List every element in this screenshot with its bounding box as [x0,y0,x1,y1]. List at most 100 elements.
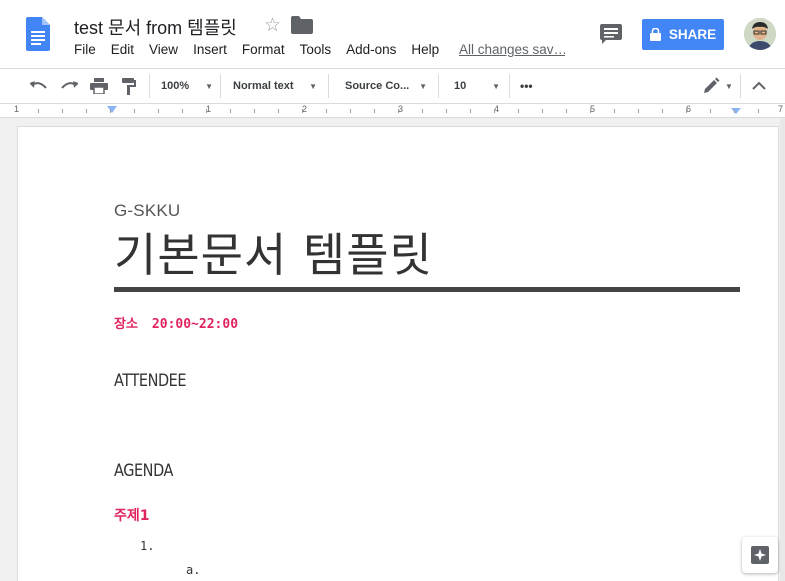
ruler-tick [86,109,87,113]
menu-help[interactable]: Help [411,42,439,57]
document-canvas[interactable]: G-SKKU 기본문서 템플릿 장소 20:00~22:00 ATTENDEE A… [0,119,785,581]
ruler-tick [182,109,183,113]
toolbar-divider [509,74,510,98]
chevron-down-icon: ▼ [205,81,213,91]
right-indent-marker[interactable] [731,108,741,114]
chevron-up-icon [752,81,766,90]
paragraph-style-select[interactable]: Normal text ▼ [233,69,317,103]
ruler-tick [470,109,471,113]
place-label: 장소 [114,317,138,332]
avatar[interactable] [744,18,776,50]
print-button[interactable] [90,69,108,103]
toolbar-divider [438,74,439,98]
place-time: 20:00~22:00 [151,317,239,332]
title-divider [114,287,740,292]
menu-insert[interactable]: Insert [193,42,227,57]
ruler-tick [518,109,519,113]
scrollbar-track[interactable] [780,119,785,581]
font-value: Source Co... [345,80,410,92]
style-value: Normal text [233,80,294,92]
formatting-toolbar: 100% ▼ Normal text ▼ Source Co... ▼ 10 ▼… [0,68,785,104]
ruler-tick [542,109,543,113]
menu-view[interactable]: View [149,42,178,57]
menu-format[interactable]: Format [242,42,285,57]
ruler-tick [206,109,207,113]
ruler-tick [614,109,615,113]
zoom-value: 100% [161,80,190,92]
comment-icon[interactable] [600,24,622,44]
explore-button[interactable] [742,537,778,573]
list-item-letter[interactable]: a. [186,563,200,577]
ruler-tick [566,109,567,113]
ruler-tick [254,109,255,113]
redo-icon [61,81,78,89]
ruler-tick [446,109,447,113]
ruler-tick [38,109,39,113]
ruler-tick [230,109,231,113]
chevron-down-icon: ▼ [492,81,500,91]
place-line[interactable]: 장소 20:00~22:00 [114,313,238,332]
font-size-select[interactable]: 10 ▼ [454,69,500,103]
folder-icon[interactable] [291,16,313,34]
ruler-tick [638,109,639,113]
paint-format-button[interactable] [122,69,136,103]
document-page[interactable]: G-SKKU 기본문서 템플릿 장소 20:00~22:00 ATTENDEE A… [17,126,779,581]
google-docs-window: test 문서 from 템플릿 ☆ File Edit View Insert… [0,0,785,581]
toolbar-divider [328,74,329,98]
ruler-tick [662,109,663,113]
save-status[interactable]: All changes sav… [459,42,565,57]
more-button[interactable]: ••• [520,69,533,103]
lock-icon [649,28,661,41]
horizontal-ruler[interactable]: 1 1 2 3 4 5 6 7 [0,104,785,118]
topic-heading[interactable]: 주제1 [114,505,150,525]
docs-logo-icon[interactable] [26,17,50,51]
ruler-tick [134,109,135,113]
ruler-number: 7 [778,104,784,114]
ruler-tick [422,109,423,113]
ruler-tick [62,109,63,113]
toolbar-divider [149,74,150,98]
share-button[interactable]: SHARE [642,19,724,50]
ruler-tick [590,109,591,113]
undo-icon [30,81,47,89]
ruler-tick [734,109,735,113]
toolbar-divider [220,74,221,98]
paint-format-icon [122,78,136,95]
redo-button[interactable] [60,69,78,103]
ruler-tick [326,109,327,113]
menu-file[interactable]: File [74,42,96,57]
print-icon [90,78,108,94]
font-size-value: 10 [454,80,467,92]
ruler-tick [710,109,711,113]
doc-subtitle[interactable]: G-SKKU [114,201,180,221]
ruler-tick [350,109,351,113]
doc-heading-title[interactable]: 기본문서 템플릿 [114,219,433,285]
ruler-tick [398,109,399,113]
ruler-tick [110,109,111,113]
menu-edit[interactable]: Edit [111,42,134,57]
document-title[interactable]: test 문서 from 템플릿 [74,14,237,40]
chevron-down-icon: ▼ [309,81,317,91]
font-select[interactable]: Source Co... ▼ [345,69,427,103]
zoom-select[interactable]: 100% ▼ [161,69,213,103]
editing-mode-button[interactable]: ▼ [702,69,733,103]
collapse-toolbar-button[interactable] [752,69,766,103]
toolbar-divider [740,74,741,98]
left-indent-marker[interactable] [107,106,117,113]
menu-tools[interactable]: Tools [300,42,332,57]
more-icon: ••• [520,79,533,93]
menu-add-ons[interactable]: Add-ons [346,42,396,57]
star-icon[interactable]: ☆ [264,14,281,37]
header-bar: test 문서 from 템플릿 ☆ File Edit View Insert… [0,0,785,68]
chevron-down-icon: ▼ [419,81,427,91]
ruler-tick [494,109,495,113]
agenda-heading[interactable]: AGENDA [114,461,173,481]
ruler-tick [686,109,687,113]
ruler-tick [374,109,375,113]
ruler-tick [758,109,759,113]
list-item-number[interactable]: 1. [140,539,154,553]
ruler-tick [158,109,159,113]
menu-bar: File Edit View Insert Format Tools Add-o… [74,42,454,57]
attendee-heading[interactable]: ATTENDEE [114,371,187,391]
undo-button[interactable] [30,69,48,103]
